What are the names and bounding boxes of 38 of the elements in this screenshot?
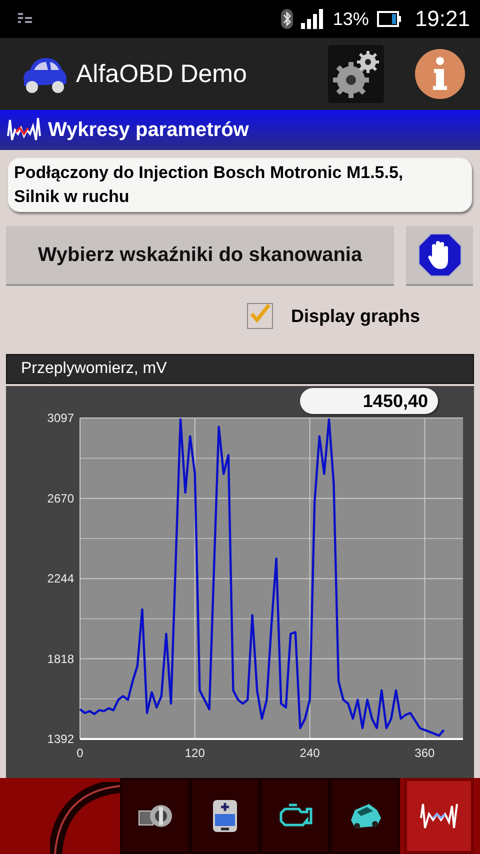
graphs-button[interactable] — [404, 778, 474, 854]
y-tick-label: 3097 — [47, 411, 74, 425]
signal-icon — [300, 9, 325, 29]
battery-percent: 13% — [332, 8, 369, 30]
y-tick-label: 2244 — [47, 572, 74, 586]
bluetooth-icon — [280, 9, 293, 29]
x-tick-label: 240 — [300, 746, 320, 760]
settings-icon — [331, 48, 381, 100]
notification-icon — [18, 13, 32, 25]
graph-title: Przeplywomierz, mV — [21, 360, 167, 378]
x-tick-label: 120 — [184, 746, 205, 760]
waveform-icon — [419, 802, 459, 830]
display-graphs-label: Display graphs — [290, 306, 420, 326]
info-icon — [414, 48, 466, 100]
app-title: AlfaOBD Demo — [76, 60, 248, 88]
battery-icon — [211, 798, 239, 834]
arc-decoration — [50, 782, 120, 854]
section-title: Wykresy parametrów — [48, 118, 249, 142]
car-button[interactable] — [330, 778, 400, 854]
settings-button[interactable] — [328, 45, 384, 103]
x-tick-label: 0 — [76, 746, 84, 760]
current-value: 1450,40 — [300, 388, 438, 414]
stop-hand-icon — [418, 233, 462, 277]
clock: 19:21 — [414, 6, 470, 32]
engine-button[interactable] — [260, 778, 330, 854]
y-tick-label: 1392 — [47, 732, 74, 746]
x-tick-label: 360 — [414, 746, 435, 760]
stop-button[interactable] — [406, 226, 473, 286]
engine-icon — [277, 803, 313, 829]
display-graphs-checkbox[interactable] — [246, 303, 273, 329]
battery-icon — [376, 11, 401, 27]
battery-button[interactable] — [190, 778, 260, 854]
info-button[interactable] — [412, 46, 468, 102]
select-indicators-button[interactable]: Wybierz wskaźniki do skanowania — [6, 226, 394, 286]
y-tick-label: 2670 — [47, 491, 74, 506]
ignition-button[interactable] — [120, 778, 190, 854]
connection-status: Podłączony do Injection Bosch Motronic M1.5.5, Silnik w ruchu — [8, 158, 472, 212]
y-tick-label: 1818 — [47, 652, 74, 666]
